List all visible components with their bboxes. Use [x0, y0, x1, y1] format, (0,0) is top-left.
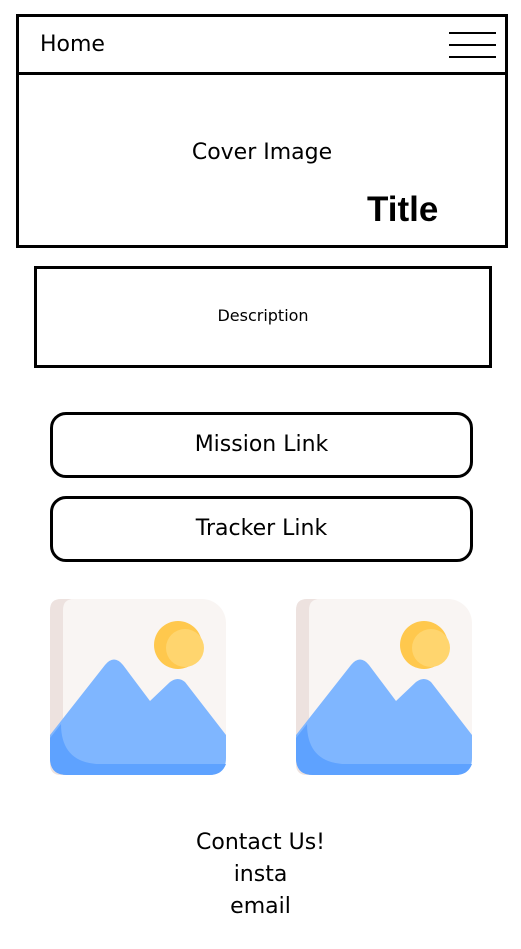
home-link[interactable]: Home [40, 32, 105, 58]
contact-heading: Contact Us! [196, 830, 325, 855]
menu-line [449, 32, 496, 34]
page-header-cover-frame: Home Cover Image Title [16, 14, 508, 248]
tracker-link-button[interactable]: Tracker Link [50, 496, 473, 562]
description-text: Description [217, 306, 309, 325]
mission-link-button[interactable]: Mission Link [50, 412, 473, 478]
description-box: Description [34, 266, 492, 368]
email-link[interactable]: email [0, 893, 521, 921]
top-nav-bar: Home [19, 17, 505, 75]
cover-image-label: Cover Image [191, 140, 333, 165]
menu-line [449, 44, 496, 46]
hamburger-menu-icon[interactable] [449, 32, 496, 58]
gallery-image-left[interactable] [49, 598, 227, 776]
page-title: Title [367, 190, 439, 229]
instagram-link[interactable]: insta [0, 861, 521, 889]
image-placeholder-icon [50, 599, 226, 775]
image-placeholder-icon [296, 599, 472, 775]
gallery-image-right[interactable] [295, 598, 473, 776]
menu-line [449, 56, 496, 58]
